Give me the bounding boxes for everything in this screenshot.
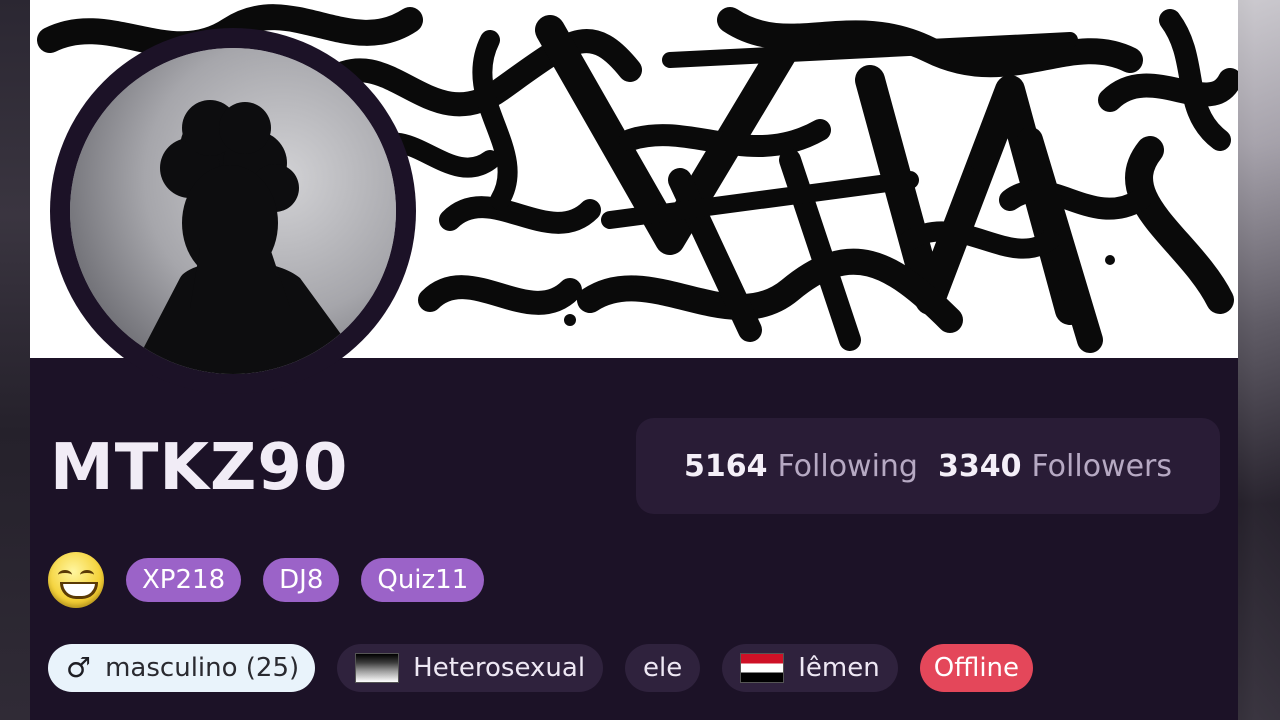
follow-stats: 5164 Following 3340 Followers (636, 418, 1220, 514)
country-label: Iêmen (798, 653, 880, 683)
country-tag: Iêmen (722, 644, 898, 692)
following-stat[interactable]: 5164 Following (684, 449, 918, 484)
male-symbol-icon: ♂ (66, 651, 92, 684)
emoji-eye (80, 570, 94, 580)
badge-dj[interactable]: DJ8 (263, 558, 340, 602)
followers-count: 3340 (937, 448, 1022, 484)
screen: MTKZ90 5164 Following 3340 Followers XP218… (0, 0, 1280, 720)
silhouette-image (70, 48, 396, 374)
username: MTKZ90 (50, 431, 349, 505)
followers-stat[interactable]: 3340 Followers (938, 449, 1172, 484)
profile-card: MTKZ90 5164 Following 3340 Followers XP218… (30, 0, 1238, 720)
badge-xp[interactable]: XP218 (126, 558, 242, 602)
followers-label: Followers (1031, 448, 1173, 484)
pronoun-tag: ele (625, 644, 701, 692)
badge-quiz[interactable]: Quiz11 (361, 558, 485, 602)
profile-tags: ♂ masculino (25) Heterosexual ele Iêmen … (48, 644, 1034, 692)
following-count: 5164 (683, 448, 768, 484)
grinning-face-icon (48, 552, 104, 608)
left-backdrop (0, 0, 30, 720)
gender-label: masculino (25) (105, 653, 300, 683)
orientation-label: Heterosexual (413, 653, 586, 683)
avatar[interactable] (70, 48, 396, 374)
pronoun-label: ele (643, 653, 683, 683)
orientation-tag: Heterosexual (337, 644, 604, 692)
emoji-mouth (60, 582, 98, 599)
black-gray-flag-icon (355, 653, 400, 683)
gender-tag: ♂ masculino (25) (48, 644, 316, 692)
status-badge: Offline (919, 644, 1034, 692)
right-backdrop (1238, 0, 1280, 720)
emoji-eye (58, 570, 72, 580)
status-label: Offline (933, 653, 1020, 683)
following-label: Following (777, 448, 918, 484)
badge-row: XP218 DJ8 Quiz11 (48, 552, 485, 608)
yemen-flag-icon (740, 653, 785, 683)
